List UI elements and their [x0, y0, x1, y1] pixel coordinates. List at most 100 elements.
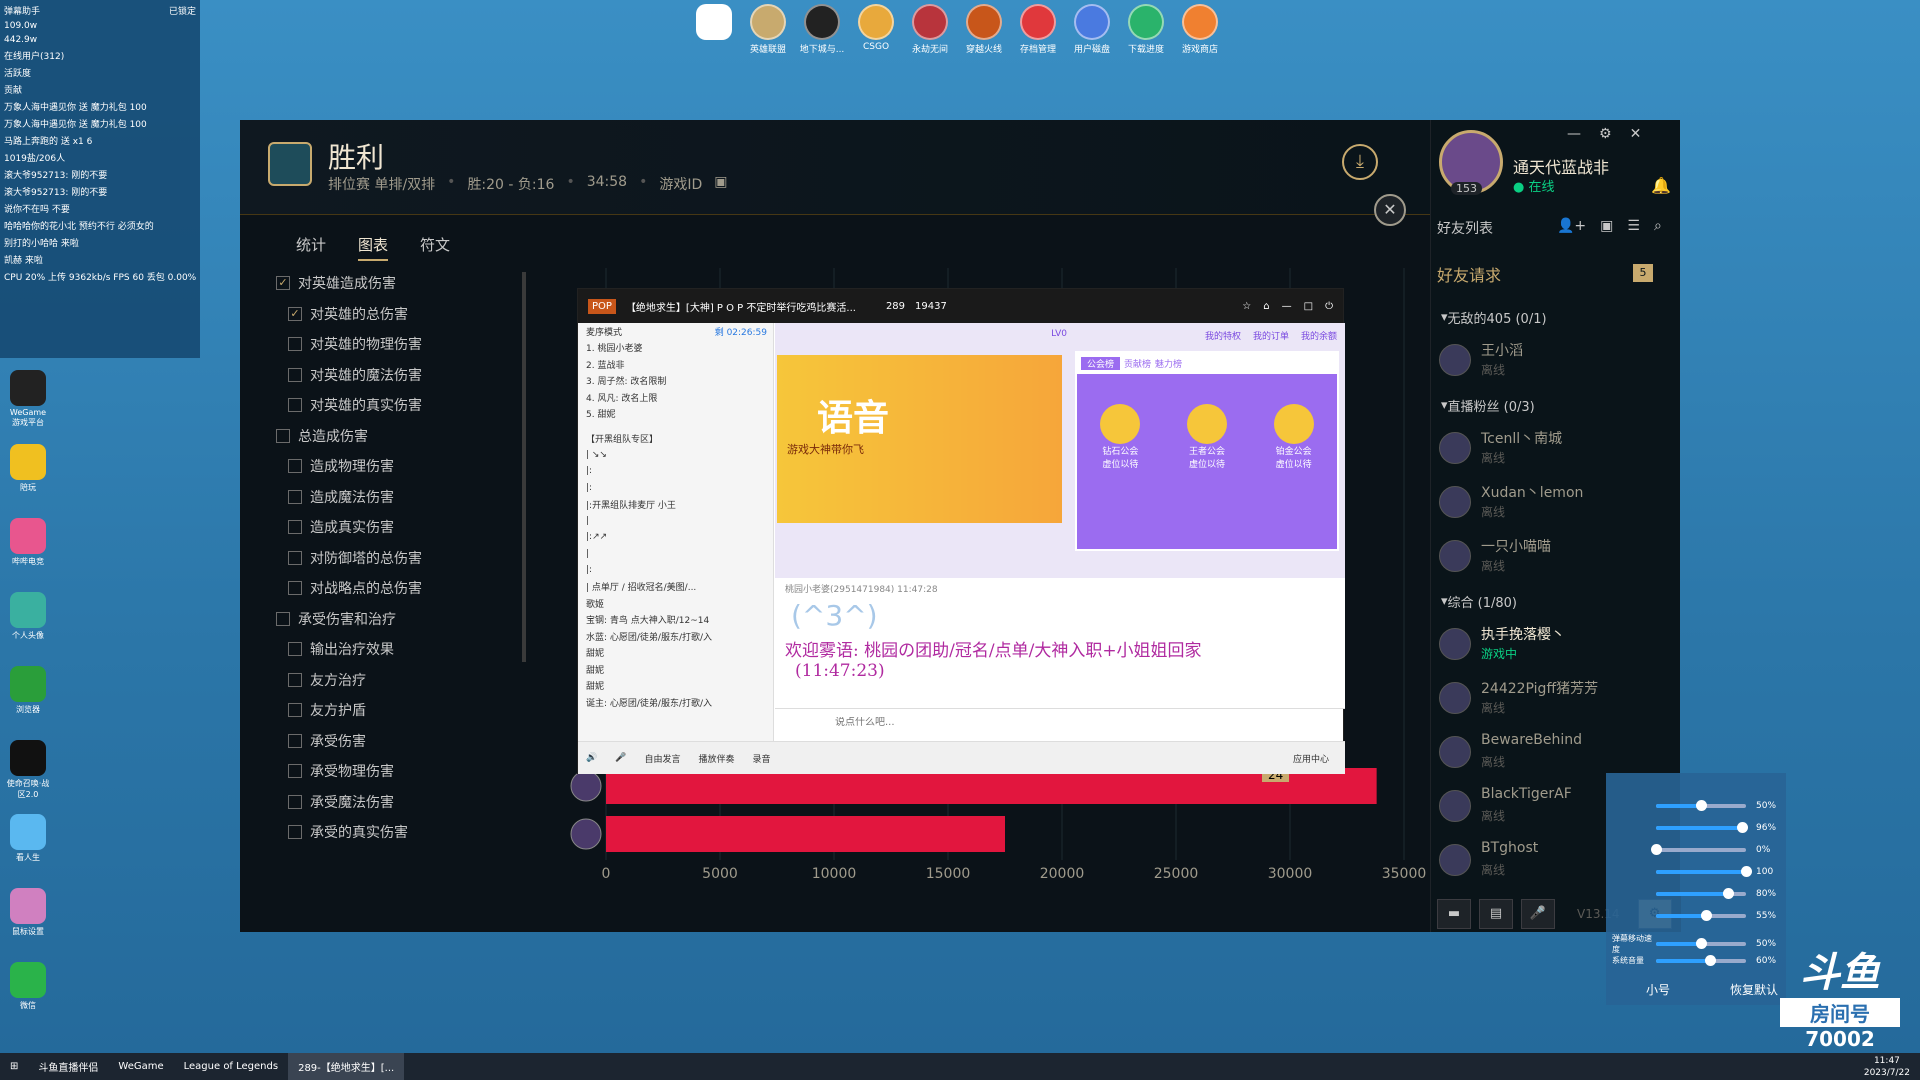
task-wegame[interactable]: WeGame [108, 1053, 173, 1080]
record[interactable]: 录音 [752, 752, 770, 765]
download-button[interactable]: ⤓ [1342, 144, 1378, 180]
filter-option[interactable]: 造成魔法伤害 [276, 482, 536, 513]
slider-handle[interactable] [1741, 866, 1752, 877]
channel-item[interactable]: | ↘↘ [578, 447, 773, 464]
queue-item[interactable]: 5. 甜妮 [578, 406, 773, 423]
start-button[interactable]: ⊞ [0, 1053, 28, 1080]
checkbox-icon[interactable] [288, 489, 302, 504]
queue-item[interactable]: 1. 桃园小老婆 [578, 340, 773, 357]
channel-item[interactable]: |: [578, 562, 773, 579]
desktop-icon[interactable]: 个人头像 [6, 592, 50, 641]
slider-handle[interactable] [1737, 822, 1749, 833]
channel-item[interactable]: 诞主: 心愿团/徒弟/服东/打歌/入 [578, 694, 773, 711]
channel-item[interactable]: 水蓝: 心愿团/徒弟/服东/打歌/入 [578, 628, 773, 645]
checkbox-icon[interactable] [288, 825, 302, 840]
checkbox-icon[interactable] [288, 703, 302, 718]
filter-scrollbar[interactable] [522, 272, 526, 662]
reset-default[interactable]: 恢复默认 [1730, 981, 1778, 998]
desktop-icon[interactable]: 陪玩 [6, 444, 50, 493]
missions-button[interactable]: ▤ [1479, 899, 1513, 929]
filter-option[interactable]: 承受伤害和治疗 [276, 604, 536, 635]
chat-input[interactable] [835, 717, 1215, 728]
volume-slider[interactable] [1656, 866, 1752, 877]
filter-option[interactable]: 总造成伤害 [276, 421, 536, 452]
friend-group-header[interactable]: ▾ 无敌的405 (0/1) [1431, 300, 1676, 334]
dock-item[interactable]: 用户磁盘 [1068, 4, 1116, 66]
checkbox-icon[interactable] [288, 550, 302, 565]
dock-item[interactable]: CSGO [852, 4, 900, 66]
filter-option[interactable]: 造成物理伤害 [276, 451, 536, 482]
volume-slider[interactable] [1656, 822, 1749, 833]
guild-rank[interactable]: 铂金公会 虚位以待 [1273, 404, 1314, 470]
checkbox-icon[interactable] [276, 428, 290, 443]
slider-handle[interactable] [1700, 910, 1712, 921]
volume-slider[interactable] [1656, 954, 1746, 966]
alt-account[interactable]: 小号 [1646, 981, 1670, 998]
filter-option[interactable]: 友方护盾 [276, 695, 536, 726]
tab-contrib[interactable]: 贡献榜 [1124, 357, 1151, 370]
balance-link[interactable]: 我的余额 [1301, 329, 1337, 342]
checkbox-icon[interactable] [288, 794, 302, 809]
checkbox-icon[interactable] [288, 764, 302, 779]
friend-item[interactable]: Tcenll丶南城 离线 [1431, 422, 1676, 476]
slider-handle[interactable] [1723, 888, 1734, 899]
queue-item[interactable]: 4. 风凡: 改名上限 [578, 389, 773, 406]
mic-icon[interactable]: 🎤 [615, 753, 626, 763]
volume-slider[interactable] [1656, 888, 1746, 899]
folder-icon[interactable]: ▣ [1600, 218, 1613, 234]
checkbox-icon[interactable] [288, 733, 302, 748]
tab-guild[interactable]: 公会榜 [1081, 357, 1121, 370]
minimize-icon[interactable]: — [1567, 126, 1581, 142]
orders-link[interactable]: 我的订单 [1253, 329, 1289, 342]
filter-option[interactable]: 对战略点的总伤害 [276, 573, 536, 604]
filter-option[interactable]: 对英雄的真实伤害 [276, 390, 536, 421]
dock-item[interactable]: 游戏商店 [1176, 4, 1224, 66]
slider-handle[interactable] [1696, 800, 1707, 811]
filter-option[interactable]: 承受物理伤害 [276, 756, 536, 787]
checkbox-icon[interactable] [288, 642, 302, 657]
filter-option[interactable]: 对英雄的魔法伤害 [276, 360, 536, 391]
checkbox-checked-icon[interactable]: ✓ [276, 276, 290, 291]
dock-item[interactable]: 英雄联盟 [744, 4, 792, 66]
app-center[interactable]: 应用中心 [1293, 752, 1329, 765]
bell-icon[interactable]: 🔔 [1651, 176, 1671, 195]
star-icon[interactable]: ☆ [1242, 301, 1251, 312]
checkbox-icon[interactable] [288, 581, 302, 596]
close-icon[interactable]: ⏻ [1325, 301, 1333, 312]
checkbox-icon[interactable] [288, 337, 302, 352]
profile-status[interactable]: ● 在线 [1513, 176, 1555, 195]
copy-icon[interactable]: ▣ [714, 174, 727, 194]
dock-home[interactable] [690, 4, 738, 66]
promo-banner[interactable]: 语音 游戏大神带你飞 [777, 355, 1062, 523]
channel-item[interactable]: | [578, 546, 773, 563]
friend-item[interactable]: 王小滔 离线 [1431, 334, 1676, 388]
close-button[interactable]: ✕ [1374, 194, 1406, 226]
desktop-icon[interactable]: 鼠标设置 [6, 888, 50, 937]
dock-item[interactable]: 存档管理 [1014, 4, 1062, 66]
friend-group-header[interactable]: ▾ 综合 (1/80) [1431, 584, 1676, 618]
friend-item[interactable]: 一只小喵喵 离线 [1431, 530, 1676, 584]
filter-option[interactable]: 造成真实伤害 [276, 512, 536, 543]
friend-requests-label[interactable]: 好友请求 [1437, 262, 1501, 286]
volume-slider[interactable] [1656, 800, 1746, 811]
filter-option[interactable]: ✓ 对英雄造成伤害 [276, 268, 536, 299]
friend-item[interactable]: Xudan丶lemon 离线 [1431, 476, 1676, 530]
damage-bar[interactable] [606, 816, 1005, 852]
task-lol[interactable]: League of Legends [174, 1053, 288, 1080]
checkbox-icon[interactable] [288, 672, 302, 687]
tab-runes[interactable]: 符文 [420, 234, 450, 261]
chat-button[interactable]: ▬ [1437, 899, 1471, 929]
task-voice[interactable]: 289-【绝地求生】[... [288, 1053, 405, 1080]
tab-stats[interactable]: 统计 [296, 234, 326, 261]
speaker-icon[interactable]: 🔊 [586, 753, 597, 763]
home-icon[interactable]: ⌂ [1263, 301, 1269, 312]
channel-item[interactable]: | [578, 513, 773, 530]
volume-slider[interactable] [1656, 938, 1746, 949]
channel-item[interactable]: |:↗↗ [578, 529, 773, 546]
checkbox-icon[interactable] [288, 520, 302, 535]
checkbox-icon[interactable] [288, 459, 302, 474]
desktop-icon[interactable]: 看人生 [6, 814, 50, 863]
guild-rank[interactable]: 钻石公会 虚位以待 [1100, 404, 1141, 470]
filter-option[interactable]: 承受伤害 [276, 726, 536, 757]
channel-item[interactable]: |: [578, 463, 773, 480]
